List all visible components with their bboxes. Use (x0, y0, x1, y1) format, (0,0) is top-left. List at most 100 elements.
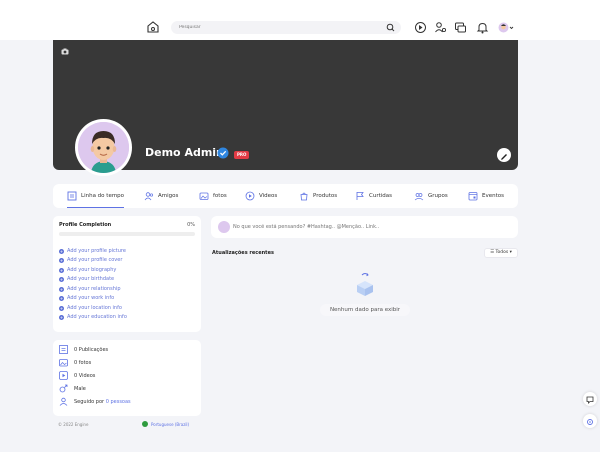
top-bar (0, 0, 600, 40)
followers-link[interactable]: 0 pessoas (106, 399, 131, 405)
add-relationship-link[interactable]: + Add your relationship (59, 286, 121, 292)
home-icon[interactable] (146, 20, 160, 34)
stat-label: 0 fotos (74, 359, 92, 366)
stat-posts: 0 Publicações (59, 345, 108, 354)
profile-completion-title: Profile Completion (59, 222, 112, 228)
camera-icon[interactable] (61, 48, 69, 55)
language-label: Portuguese (Brazil) (151, 421, 190, 427)
stat-label: Male (74, 385, 86, 392)
language-selector[interactable]: Portuguese (Brazil) (142, 421, 189, 427)
settings-button[interactable] (583, 414, 597, 428)
tab-label: Amigos (158, 193, 179, 199)
tab-label: Videos (259, 193, 278, 199)
avatar-icon[interactable] (497, 21, 515, 34)
chat-icon (586, 396, 594, 404)
tab-events[interactable]: Eventos (468, 184, 504, 208)
profile-completion-card: Profile Completion 0% + Add your profile … (53, 216, 201, 332)
friends-icon (144, 192, 154, 201)
add-icon: + (59, 276, 64, 282)
tab-label: Produtos (313, 193, 338, 199)
stat-videos: 0 Videos (59, 371, 95, 380)
add-icon: + (59, 257, 64, 263)
messages-icon[interactable] (454, 21, 467, 34)
search-bar[interactable] (171, 21, 401, 34)
item-label: Add your profile cover (67, 257, 123, 263)
composer-avatar (218, 221, 230, 233)
tab-label: Eventos (482, 193, 504, 199)
add-icon[interactable] (414, 21, 427, 34)
videos-icon (245, 191, 255, 201)
search-icon[interactable] (386, 23, 395, 32)
add-icon: + (59, 267, 64, 273)
tab-products[interactable]: Produtos (299, 184, 337, 208)
stat-label: 0 Publicações (74, 346, 109, 353)
item-label: Add your relationship (67, 286, 121, 292)
stat-followers: Seguido por 0 pessoas (59, 397, 131, 406)
gender-icon (59, 384, 68, 393)
post-composer[interactable] (211, 216, 518, 238)
post-input[interactable] (233, 221, 503, 233)
tab-likes[interactable]: Curtidas (355, 184, 392, 208)
item-label: Add your location info (67, 305, 122, 311)
tab-friends[interactable]: Amigos (144, 184, 178, 208)
videos-icon (59, 371, 68, 380)
stat-photos: 0 fotos (59, 358, 91, 367)
friends-icon[interactable] (434, 21, 447, 34)
chat-button[interactable] (583, 392, 597, 406)
tab-label: Linha do tempo (81, 193, 125, 199)
stat-label: 0 Videos (74, 372, 96, 379)
pro-badge: PRO (234, 151, 250, 159)
profile-tabs: Linha do tempo Amigos fotos Videos Produ… (53, 184, 518, 208)
add-birthdate-link[interactable]: + Add your birthdate (59, 276, 114, 282)
item-label: Add your education info (67, 314, 127, 320)
verified-badge-icon (217, 147, 229, 159)
tab-label: fotos (213, 193, 227, 199)
item-label: Add your biography (67, 267, 117, 273)
item-label: Add your work info (67, 295, 115, 301)
recent-updates-title: Atualizações recentes (212, 250, 274, 256)
products-icon (300, 192, 308, 201)
copyright-text: © 2022 Engine (58, 422, 89, 427)
add-profile-picture-link[interactable]: + Add your profile picture (59, 248, 126, 254)
settings-icon (587, 419, 593, 425)
brazil-flag-icon (142, 421, 148, 427)
empty-state-text: Nenhum dado para exibir (320, 304, 410, 316)
groups-icon (414, 193, 424, 201)
tab-videos[interactable]: Videos (245, 184, 277, 208)
add-icon: + (59, 314, 64, 320)
photos-icon (199, 192, 209, 200)
item-label: Add your birthdate (67, 276, 115, 282)
notifications-icon[interactable] (476, 21, 489, 34)
profile-completion-bar (59, 232, 195, 236)
edit-cover-button[interactable] (497, 148, 511, 162)
add-icon: + (59, 305, 64, 311)
tab-timeline[interactable]: Linha do tempo (67, 184, 125, 208)
add-icon: + (59, 248, 64, 254)
empty-box-icon (357, 273, 373, 296)
add-profile-cover-link[interactable]: + Add your profile cover (59, 257, 122, 263)
add-education-info-link[interactable]: + Add your education info (59, 314, 127, 320)
add-location-info-link[interactable]: + Add your location info (59, 305, 122, 311)
add-icon: + (59, 286, 64, 292)
add-work-info-link[interactable]: + Add your work info (59, 295, 114, 301)
add-biography-link[interactable]: + Add your biography (59, 267, 116, 273)
stat-label: Seguido por 0 pessoas (74, 399, 131, 405)
profile-completion-percent: 0% (187, 222, 195, 228)
tab-label: Curtidas (369, 193, 392, 199)
memoji-avatar-image (78, 122, 129, 173)
feed-filter-dropdown[interactable]: ☰ Todos ▾ (484, 248, 518, 258)
item-label: Add your profile picture (67, 248, 126, 254)
search-input[interactable] (179, 22, 379, 33)
pencil-icon (501, 154, 507, 160)
tab-label: Grupos (428, 193, 448, 199)
profile-name: Demo Admin (145, 146, 224, 159)
followers-icon (59, 397, 68, 406)
tab-photos[interactable]: fotos (199, 184, 227, 208)
likes-icon (356, 192, 364, 200)
timeline-icon (67, 191, 77, 201)
stat-gender: Male (59, 384, 86, 393)
tab-groups[interactable]: Grupos (414, 184, 448, 208)
profile-stats-card: 0 Publicações 0 fotos 0 Videos Male Segu… (53, 340, 201, 416)
profile-avatar[interactable] (75, 119, 132, 176)
add-icon: + (59, 295, 64, 301)
